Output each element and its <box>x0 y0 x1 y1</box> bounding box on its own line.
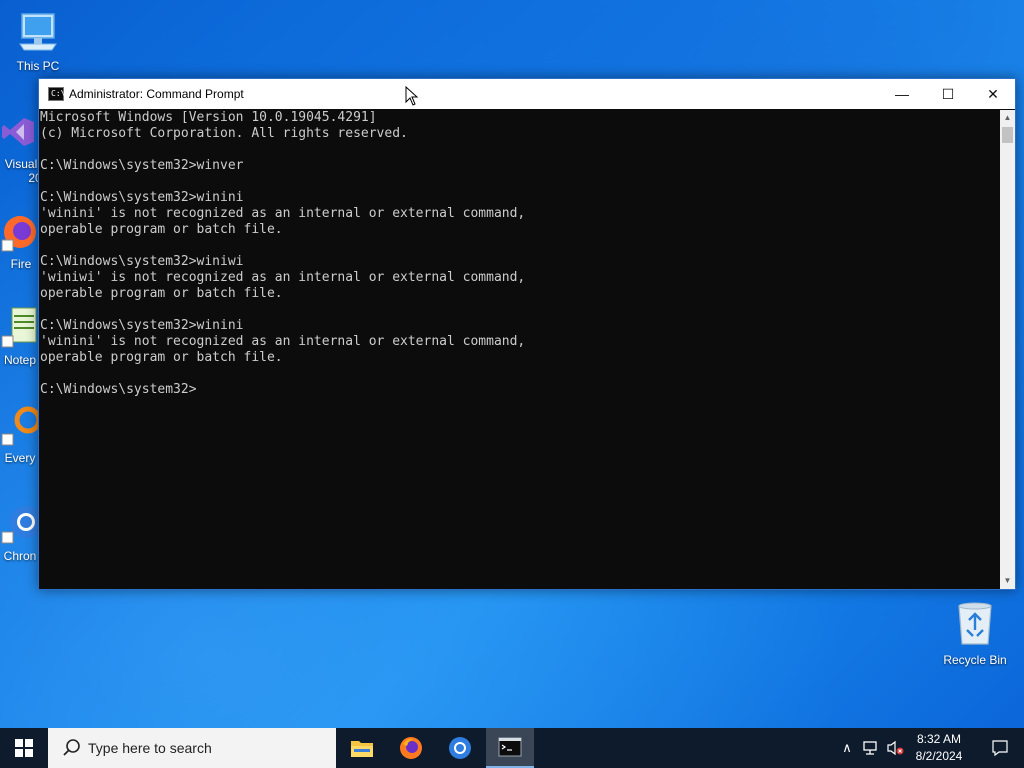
console-line: 'winiwi' is not recognized as an interna… <box>40 270 526 285</box>
search-icon <box>63 739 80 756</box>
mouse-pointer-icon <box>405 86 419 106</box>
desktop-icon-recycle-bin[interactable]: Recycle Bin <box>937 600 1013 667</box>
console-line: C:\Windows\system32> <box>40 382 197 397</box>
desktop-icon-label: Recycle Bin <box>943 653 1007 667</box>
clock-time: 8:32 AM <box>916 732 962 746</box>
console-line: 'winini' is not recognized as an interna… <box>40 334 526 349</box>
start-button[interactable] <box>0 728 48 768</box>
command-prompt-window[interactable]: C:\ Administrator: Command Prompt — ☐ ✕ … <box>38 78 1016 590</box>
volume-muted-icon <box>887 740 904 756</box>
file-explorer-icon <box>351 741 373 757</box>
maximize-button[interactable]: ☐ <box>925 79 971 109</box>
close-icon: ✕ <box>987 85 999 102</box>
taskbar: Type here to search ∧ 8:32 AM 8/2/2024 <box>0 728 1024 768</box>
taskbar-firefox[interactable] <box>387 728 435 768</box>
window-titlebar[interactable]: C:\ Administrator: Command Prompt — ☐ ✕ <box>39 79 1015 109</box>
console-line: C:\Windows\system32>winiwi <box>40 254 244 269</box>
taskbar-file-explorer[interactable] <box>338 728 386 768</box>
command-prompt-title-icon: C:\ <box>48 87 65 101</box>
clock-date: 8/2/2024 <box>915 749 963 763</box>
console-line: operable program or batch file. <box>40 222 283 237</box>
scroll-down-arrow-icon[interactable]: ▼ <box>1000 573 1015 589</box>
scroll-up-arrow-icon[interactable]: ▲ <box>1000 110 1015 126</box>
chrome-icon <box>1 506 42 544</box>
windows-logo-icon <box>15 739 33 757</box>
search-placeholder: Type here to search <box>88 740 212 756</box>
taskbar-chrome[interactable] <box>436 728 484 768</box>
console-line: Microsoft Windows [Version 10.0.19045.42… <box>40 110 377 125</box>
computer-icon <box>19 13 57 51</box>
taskbar-command-prompt[interactable] <box>486 728 534 768</box>
network-status-button[interactable] <box>860 728 882 768</box>
command-prompt-icon <box>498 737 522 757</box>
console-line: operable program or batch file. <box>40 286 283 301</box>
chevron-up-icon: ∧ <box>842 740 852 755</box>
taskbar-clock[interactable]: 8:32 AM 8/2/2024 <box>906 731 972 765</box>
show-hidden-icons-button[interactable]: ∧ <box>836 728 858 768</box>
window-title: Administrator: Command Prompt <box>69 87 244 101</box>
notification-icon <box>992 740 1008 757</box>
desktop-icon-label: This PC <box>16 59 60 73</box>
minimize-icon: — <box>895 86 909 102</box>
notepad-icon <box>1 307 37 348</box>
chrome-icon <box>449 737 471 759</box>
scroll-thumb[interactable] <box>1002 127 1013 143</box>
console-line: 'winini' is not recognized as an interna… <box>40 206 526 221</box>
close-button[interactable]: ✕ <box>970 79 1016 109</box>
console-line: operable program or batch file. <box>40 350 283 365</box>
volume-button[interactable] <box>884 728 906 768</box>
everything-search-icon <box>1 406 42 446</box>
console-output[interactable]: Microsoft Windows [Version 10.0.19045.42… <box>39 110 999 589</box>
vertical-scrollbar[interactable]: ▲ ▼ <box>1000 110 1015 589</box>
console-line: C:\Windows\system32>winver <box>40 158 244 173</box>
taskbar-search-box[interactable]: Type here to search <box>48 728 336 768</box>
visual-studio-icon <box>2 118 34 146</box>
maximize-icon: ☐ <box>941 85 955 102</box>
recycle-bin-icon <box>958 602 992 645</box>
desktop-icon-this-pc[interactable]: This PC <box>0 10 76 73</box>
console-line: (c) Microsoft Corporation. All rights re… <box>40 126 408 141</box>
network-icon <box>863 741 877 755</box>
firefox-icon <box>400 737 422 759</box>
console-line: C:\Windows\system32>winini <box>40 318 244 333</box>
console-line: C:\Windows\system32>winini <box>40 190 244 205</box>
firefox-icon <box>1 216 36 252</box>
action-center-button[interactable] <box>980 728 1020 768</box>
minimize-button[interactable]: — <box>879 79 925 109</box>
